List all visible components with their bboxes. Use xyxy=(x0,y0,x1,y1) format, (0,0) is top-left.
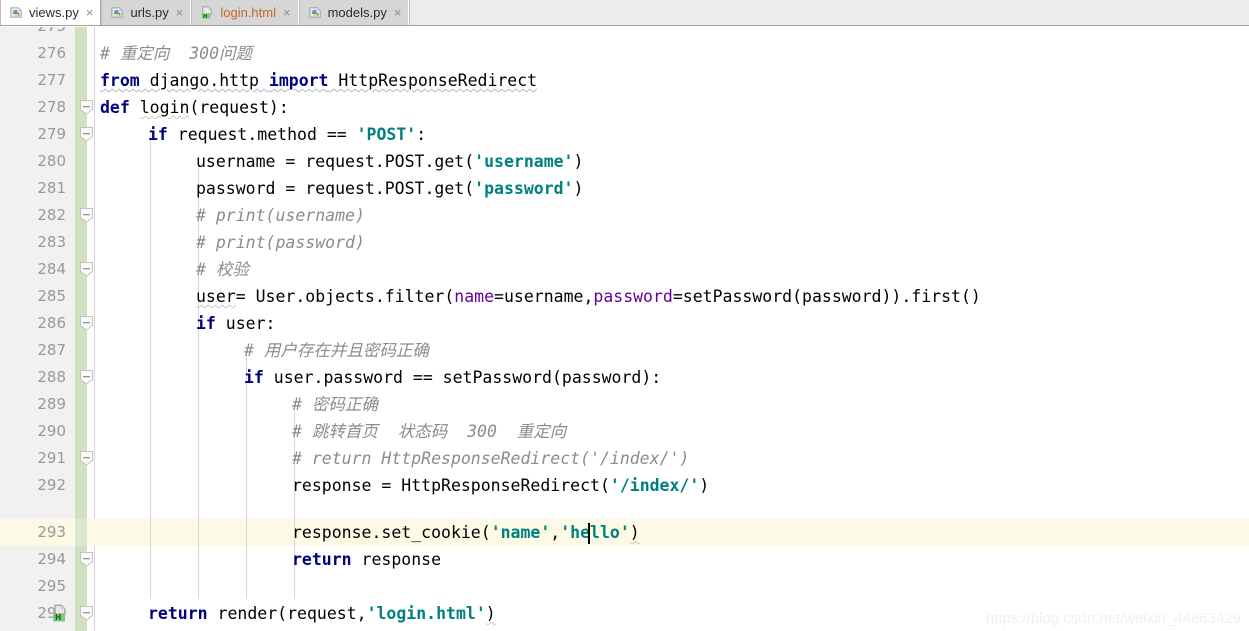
code-line[interactable]: 294 return response xyxy=(0,546,1249,573)
svg-text:H: H xyxy=(203,14,207,20)
code-line[interactable]: 278 def login(request): xyxy=(0,94,1249,121)
python-file-icon xyxy=(9,5,24,20)
line-number: 283 xyxy=(37,233,66,251)
code-text: # 校验 xyxy=(196,260,249,279)
line-number: 275 xyxy=(0,27,66,40)
tab-label: views.py xyxy=(29,5,79,20)
code-line[interactable]: 279 if request.method == 'POST': xyxy=(0,121,1249,148)
line-number: 294 xyxy=(37,550,66,568)
code-line[interactable]: 290 # 跳转首页 状态码 300 重定向 xyxy=(0,418,1249,445)
close-icon[interactable]: × xyxy=(281,6,291,19)
code-text: if user: xyxy=(196,314,276,333)
code-line[interactable]: 289 # 密码正确 xyxy=(0,391,1249,418)
line-number: 286 xyxy=(37,314,66,332)
code-line[interactable]: 285 user= User.objects.filter(name=usern… xyxy=(0,283,1249,310)
code-text: # print(password) xyxy=(196,233,365,252)
line-number: 295 xyxy=(37,577,66,595)
fold-marker-line-296[interactable] xyxy=(78,605,95,622)
code-line[interactable]: 277 from django.http import HttpResponse… xyxy=(0,67,1249,94)
fold-marker-line-284[interactable] xyxy=(78,261,95,278)
line-number: 276 xyxy=(37,44,66,62)
code-line[interactable]: 276 # 重定向 300问题 xyxy=(0,40,1249,67)
code-line[interactable]: 286 if user: xyxy=(0,310,1249,337)
close-icon[interactable]: × xyxy=(84,6,94,19)
tab-views-py[interactable]: views.py × xyxy=(0,0,102,25)
line-number: 279 xyxy=(37,125,66,143)
code-line[interactable]: 291 # return HttpResponseRedirect('/inde… xyxy=(0,445,1249,472)
code-line[interactable]: 295 xyxy=(0,573,1249,600)
tab-label: models.py xyxy=(327,5,387,20)
code-editor[interactable]: 275 276 # 重定向 300问题 277 from django.http… xyxy=(0,27,1249,631)
code-text: username = request.POST.get('username') xyxy=(196,152,584,171)
line-number: 289 xyxy=(37,395,66,413)
tab-bar-filler xyxy=(409,0,1249,25)
tab-label: login.html xyxy=(220,5,276,20)
line-number: 290 xyxy=(37,422,66,440)
tab-label: urls.py xyxy=(130,5,169,20)
svg-text:H: H xyxy=(55,613,61,622)
fold-marker-line-288[interactable] xyxy=(78,369,95,386)
line-number: 287 xyxy=(37,341,66,359)
line-number: 277 xyxy=(37,71,66,89)
python-file-icon xyxy=(308,5,323,20)
code-line[interactable]: 282 # print(username) xyxy=(0,202,1249,229)
code-text: def login(request): xyxy=(100,98,289,117)
fold-marker-line-291[interactable] xyxy=(78,450,95,467)
code-text: if request.method == 'POST': xyxy=(148,125,427,144)
code-text: password = request.POST.get('password') xyxy=(196,179,584,198)
fold-marker-line-282[interactable] xyxy=(78,207,95,224)
code-line[interactable]: 293 response.set_cookie('name','hello') xyxy=(0,519,1249,546)
code-line[interactable]: 288 if user.password == setPassword(pass… xyxy=(0,364,1249,391)
code-text: if user.password == setPassword(password… xyxy=(244,368,662,387)
code-text: return render(request,'login.html') xyxy=(148,604,496,623)
tab-urls-py[interactable]: urls.py × xyxy=(101,0,192,25)
code-text: # 跳转首页 状态码 300 重定向 xyxy=(292,422,567,441)
line-number: 282 xyxy=(37,206,66,224)
tab-models-py[interactable]: models.py × xyxy=(298,0,410,25)
fold-marker-line-278[interactable] xyxy=(78,99,95,116)
code-text: # 重定向 300问题 xyxy=(100,44,253,63)
line-number: 281 xyxy=(37,179,66,197)
code-line[interactable]: 287 # 用户存在并且密码正确 xyxy=(0,337,1249,364)
code-text: from django.http import HttpResponseRedi… xyxy=(100,71,538,90)
python-file-icon xyxy=(110,5,125,20)
line-number: 292 xyxy=(37,476,66,494)
code-line[interactable]: 280 username = request.POST.get('usernam… xyxy=(0,148,1249,175)
html-file-icon: H xyxy=(200,5,215,20)
line-number: 284 xyxy=(37,260,66,278)
fold-marker-line-286[interactable] xyxy=(78,315,95,332)
close-icon[interactable]: × xyxy=(392,6,402,19)
close-icon[interactable]: × xyxy=(174,6,184,19)
tab-login-html[interactable]: H login.html × xyxy=(191,0,299,25)
watermark: https://blog.csdn.net/weixin_44863429 xyxy=(985,610,1241,627)
text-caret xyxy=(588,523,590,544)
code-text: response = HttpResponseRedirect('/index/… xyxy=(292,476,710,495)
line-number: 288 xyxy=(37,368,66,386)
code-text: # print(username) xyxy=(196,206,365,225)
code-line[interactable]: 284 # 校验 xyxy=(0,256,1249,283)
code-line[interactable]: 275 xyxy=(0,27,1249,40)
code-line[interactable]: 281 password = request.POST.get('passwor… xyxy=(0,175,1249,202)
line-number: 285 xyxy=(37,287,66,305)
code-text: user= User.objects.filter(name=username,… xyxy=(196,287,981,306)
line-number: 280 xyxy=(37,152,66,170)
html-file-icon[interactable]: H xyxy=(50,604,70,624)
fold-marker-line-294[interactable] xyxy=(78,551,95,568)
code-line[interactable]: 283 # print(password) xyxy=(0,229,1249,256)
line-number: 291 xyxy=(37,449,66,467)
code-line[interactable]: 292 response = HttpResponseRedirect('/in… xyxy=(0,472,1249,499)
line-number: 278 xyxy=(37,98,66,116)
code-text: # 用户存在并且密码正确 xyxy=(244,341,429,360)
code-text: # return HttpResponseRedirect('/index/') xyxy=(292,449,690,468)
editor-tab-bar: views.py × urls.py × H login.html × mode… xyxy=(0,0,1249,26)
code-text: # 密码正确 xyxy=(292,395,378,414)
line-number: 293 xyxy=(37,523,66,541)
fold-marker-line-279[interactable] xyxy=(78,126,95,143)
code-text: return response xyxy=(292,550,442,569)
